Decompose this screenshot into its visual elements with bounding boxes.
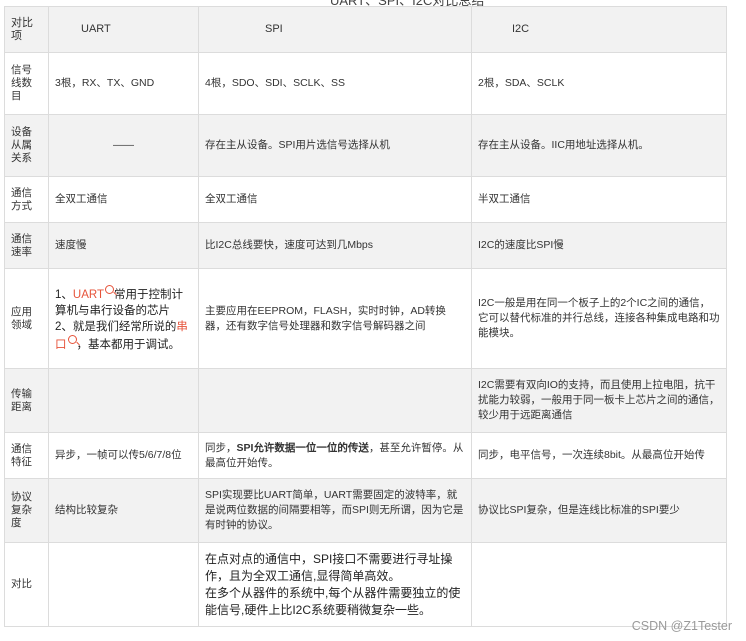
cell-spi-distance bbox=[198, 368, 472, 433]
header-row-label: 对比项 bbox=[4, 6, 49, 53]
cell-spi-application: 主要应用在EEPROM，FLASH，实时时钟，AD转换器，还有数字信号处理器和数… bbox=[198, 268, 472, 369]
row-label-signal-lines: 信号线数目 bbox=[4, 52, 49, 115]
table-row: 通信速率 速度慢 比I2C总线要快，速度可达到几Mbps I2C的速度比SPI慢 bbox=[4, 222, 727, 269]
cell-spi-comm-mode: 全双工通信 bbox=[198, 176, 472, 223]
cell-spi-complexity: SPI实现要比UART简单，UART需要固定的波特率，就是说两位数据的间隔要相等… bbox=[198, 478, 472, 543]
cell-spi-signal-lines: 4根，SDO、SDI、SCLK、SS bbox=[198, 52, 472, 115]
uart-app-line1-prefix: 1、 bbox=[55, 288, 73, 301]
spi-features-prefix: 同步， bbox=[205, 441, 237, 454]
cell-i2c-signal-lines: 2根，SDA、SCLK bbox=[471, 52, 727, 115]
table-header-row: 对比项 UART SPI I2C bbox=[4, 6, 727, 53]
table-row: 信号线数目 3根，RX、TX、GND 4根，SDO、SDI、SCLK、SS 2根… bbox=[4, 52, 727, 115]
row-label-device-relation: 设备从属关系 bbox=[4, 114, 49, 177]
cell-i2c-distance: I2C需要有双向IO的支持，而且使用上拉电阻，抗干扰能力较弱，一般用于同一板卡上… bbox=[471, 368, 727, 433]
cell-i2c-application: I2C一般是用在同一个板子上的2个IC之间的通信，它可以替代标准的并行总线，连接… bbox=[471, 268, 727, 369]
search-icon[interactable] bbox=[67, 334, 77, 344]
row-label-comm-mode: 通信方式 bbox=[4, 176, 49, 223]
spi-comparison-paragraph-1: 在点对点的通信中，SPI接口不需要进行寻址操作，且为全双工通信,显得简单高效。 bbox=[205, 551, 453, 583]
csdn-watermark: CSDN @Z1Tester bbox=[631, 619, 732, 633]
row-label-distance: 传输距离 bbox=[4, 368, 49, 433]
cell-i2c-features: 同步，电平信号，一次连续8bit。从最高位开始传 bbox=[471, 432, 727, 479]
table-row: 对比 在点对点的通信中，SPI接口不需要进行寻址操作，且为全双工通信,显得简单高… bbox=[4, 542, 727, 627]
cell-uart-comparison bbox=[48, 542, 199, 627]
cell-uart-signal-lines: 3根，RX、TX、GND bbox=[48, 52, 199, 115]
cell-i2c-comm-mode: 半双工通信 bbox=[471, 176, 727, 223]
row-label-complexity: 协议复杂度 bbox=[4, 478, 49, 543]
cell-uart-comm-rate: 速度慢 bbox=[48, 222, 199, 269]
row-label-application: 应用领域 bbox=[4, 268, 49, 369]
row-label-comm-rate: 通信速率 bbox=[4, 222, 49, 269]
cell-spi-comparison: 在点对点的通信中，SPI接口不需要进行寻址操作，且为全双工通信,显得简单高效。 … bbox=[198, 542, 472, 627]
table-row: 应用领域 1、UART 常用于控制计算机与串行设备的芯片 2、就是我们经常所说的串… bbox=[4, 268, 727, 369]
cell-i2c-device-relation: 存在主从设备。IIC用地址选择从机。 bbox=[471, 114, 727, 177]
table-row: 设备从属关系 —— 存在主从设备。SPI用片选信号选择从机 存在主从设备。IIC… bbox=[4, 114, 727, 177]
cell-uart-distance bbox=[48, 368, 199, 433]
row-label-comparison: 对比 bbox=[4, 542, 49, 627]
spi-comparison-paragraph-2: 在多个从器件的系统中,每个从器件需要独立的使能信号,硬件上比I2C系统要稍微复杂… bbox=[205, 585, 461, 617]
uart-keyword-link[interactable]: UART bbox=[73, 289, 104, 301]
cell-uart-comm-mode: 全双工通信 bbox=[48, 176, 199, 223]
cell-spi-device-relation: 存在主从设备。SPI用片选信号选择从机 bbox=[198, 114, 472, 177]
comparison-table: 对比项 UART SPI I2C 信号线数目 3根，RX、TX、GND 4根，S… bbox=[4, 6, 727, 627]
uart-app-line2-prefix: 2、就是我们经常所说的 bbox=[55, 320, 177, 333]
uart-app-line2-suffix: ，基本都用于调试。 bbox=[76, 338, 181, 351]
table-row: 通信方式 全双工通信 全双工通信 半双工通信 bbox=[4, 176, 727, 223]
cell-i2c-comparison bbox=[471, 542, 727, 627]
table-row: 协议复杂度 结构比较复杂 SPI实现要比UART简单，UART需要固定的波特率，… bbox=[4, 478, 727, 543]
table-row: 通信特征 异步，一帧可以传5/6/7/8位 同步，SPI允许数据一位一位的传送，… bbox=[4, 432, 727, 479]
cell-spi-comm-rate: 比I2C总线要快，速度可达到几Mbps bbox=[198, 222, 472, 269]
cell-uart-application: 1、UART 常用于控制计算机与串行设备的芯片 2、就是我们经常所说的串口 ，基本都… bbox=[48, 268, 199, 369]
header-uart: UART bbox=[48, 6, 199, 53]
spi-features-bold: SPI允许数据一位一位的传送 bbox=[236, 441, 369, 454]
search-icon[interactable] bbox=[105, 284, 115, 294]
cell-i2c-complexity: 协议比SPI复杂，但是连线比标准的SPI要少 bbox=[471, 478, 727, 543]
table-row: 传输距离 I2C需要有双向IO的支持，而且使用上拉电阻，抗干扰能力较弱，一般用于… bbox=[4, 368, 727, 433]
cell-spi-features: 同步，SPI允许数据一位一位的传送，甚至允许暂停。从最高位开始传。 bbox=[198, 432, 472, 479]
cell-uart-features: 异步，一帧可以传5/6/7/8位 bbox=[48, 432, 199, 479]
row-label-features: 通信特征 bbox=[4, 432, 49, 479]
header-i2c: I2C bbox=[471, 6, 727, 53]
cell-i2c-comm-rate: I2C的速度比SPI慢 bbox=[471, 222, 727, 269]
cell-uart-complexity: 结构比较复杂 bbox=[48, 478, 199, 543]
cell-uart-device-relation: —— bbox=[48, 114, 199, 177]
header-spi: SPI bbox=[198, 6, 472, 53]
